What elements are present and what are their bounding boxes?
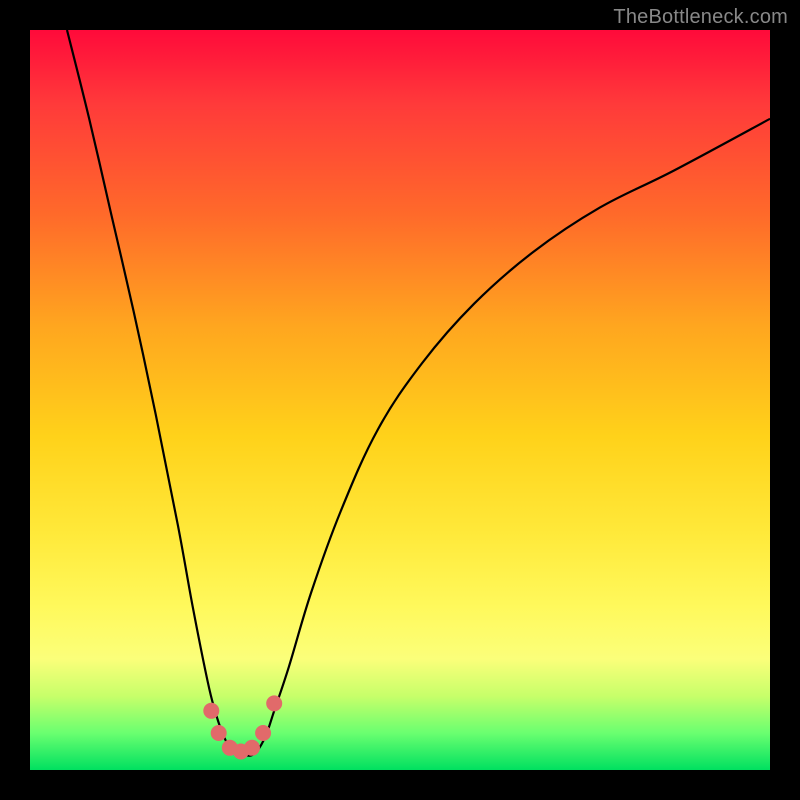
curve-marker	[266, 695, 282, 711]
chart-frame: TheBottleneck.com	[0, 0, 800, 800]
attribution-text: TheBottleneck.com	[613, 6, 788, 29]
bottleneck-curve	[67, 30, 770, 756]
bottleneck-curve-svg	[30, 30, 770, 770]
curve-marker	[244, 740, 260, 756]
curve-marker	[203, 703, 219, 719]
chart-plot-area	[30, 30, 770, 770]
curve-minimum-markers	[203, 695, 282, 759]
curve-marker	[211, 725, 227, 741]
curve-marker	[255, 725, 271, 741]
